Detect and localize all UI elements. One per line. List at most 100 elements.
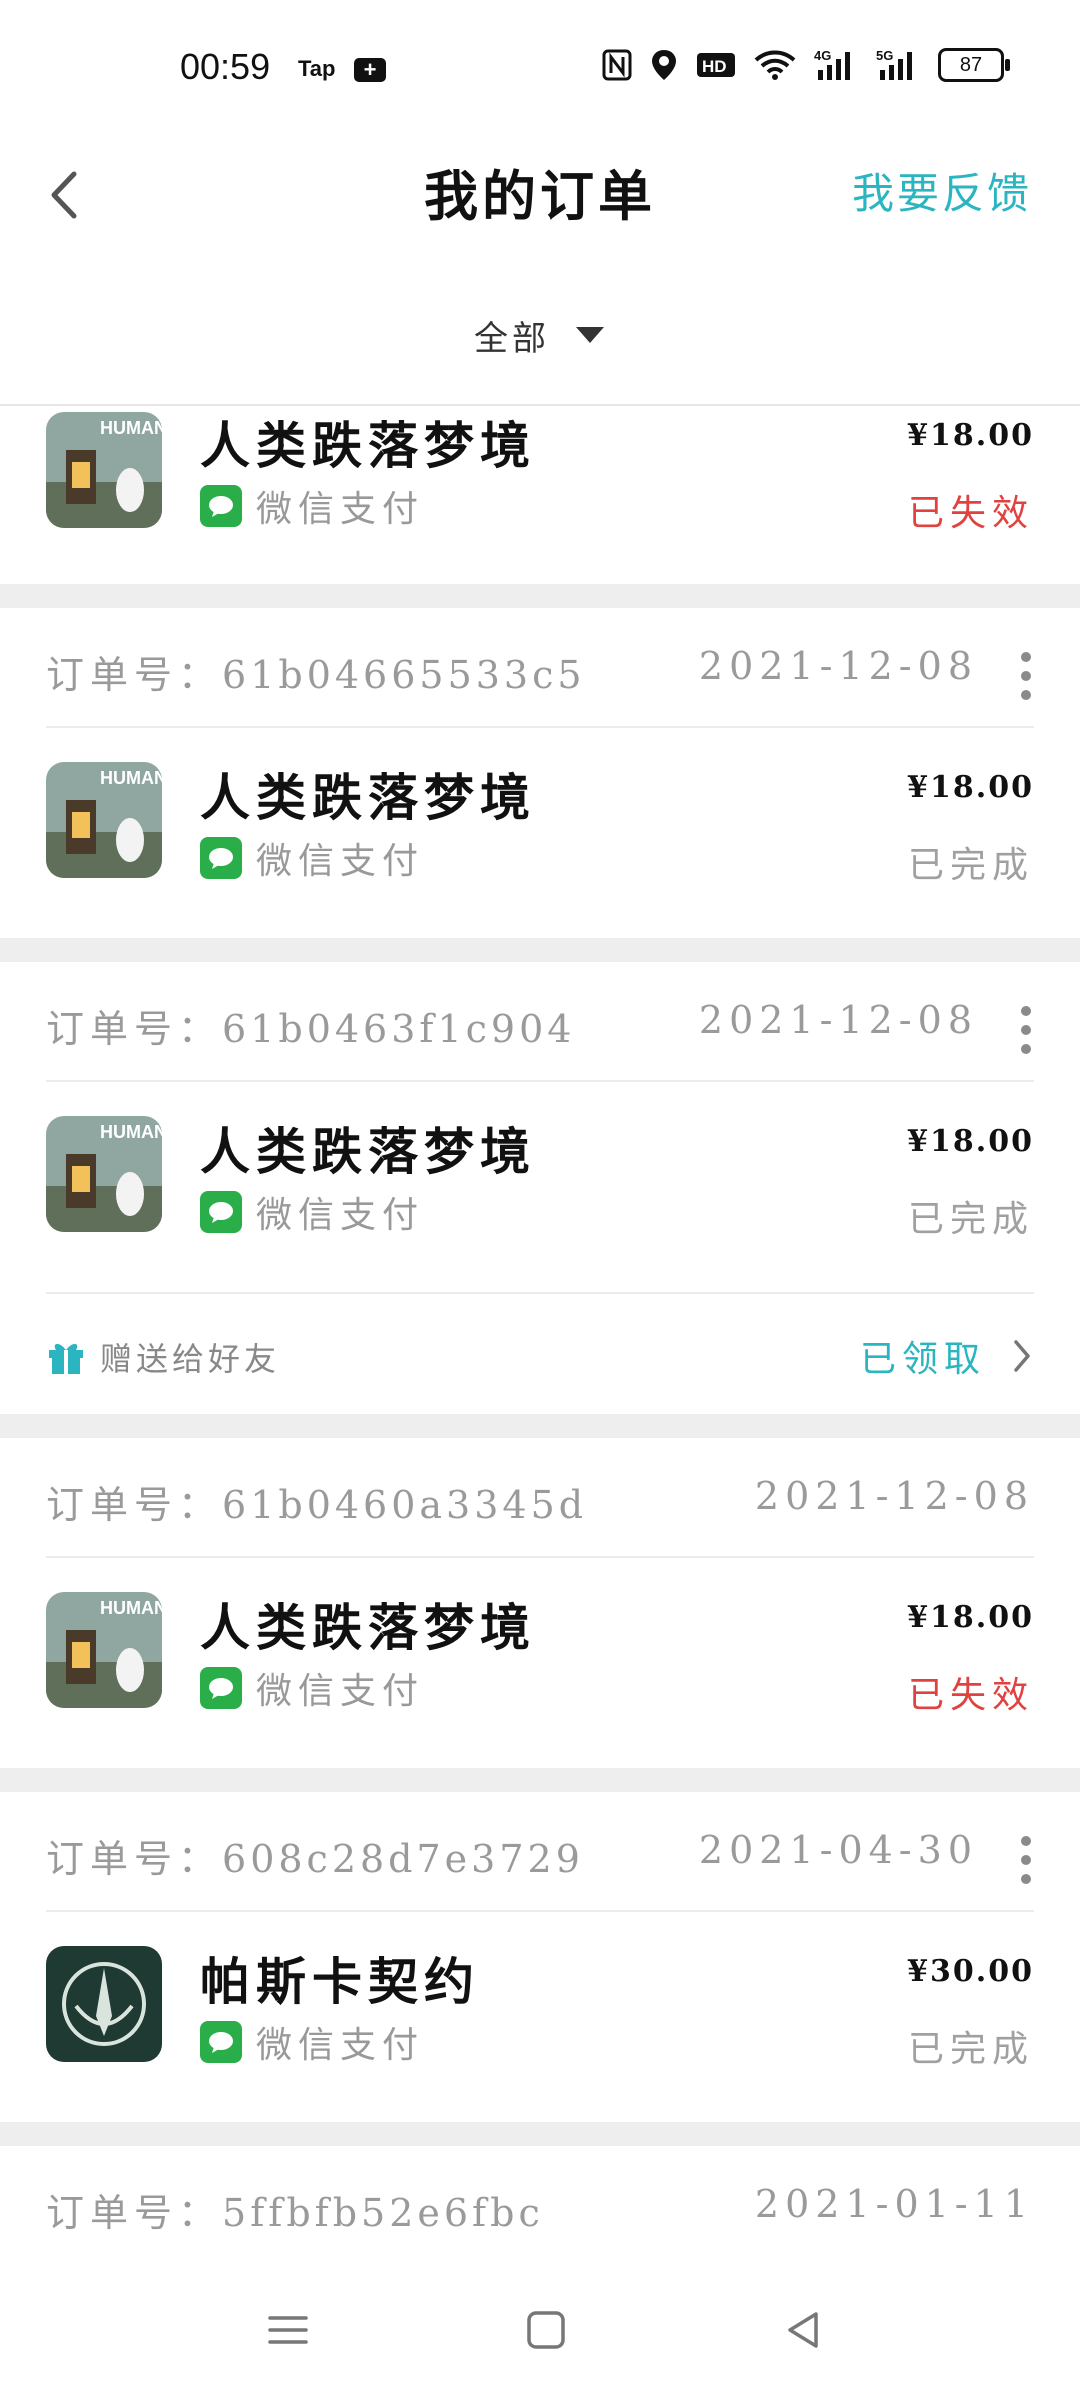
order-item[interactable]: 帕斯卡契约 微信支付 ¥30.00 已完成: [46, 1912, 1034, 2122]
order-date: 2021-12-08: [698, 998, 978, 1042]
order-price: ¥18.00: [907, 1124, 1034, 1159]
chevron-right-icon: [1014, 1340, 1030, 1372]
order-status: 已失效: [907, 493, 1034, 534]
order-id: 5ffbfb52e6fbc: [222, 2191, 544, 2235]
order-item[interactable]: HUMAN 人类跌落梦境 微信支付 ¥18.00 已失效: [46, 1558, 1034, 1768]
system-navigation-bar: [0, 2260, 1080, 2400]
status-bar: 00:59 Tap + HD 4G 5G 87: [0, 0, 1080, 130]
order-card[interactable]: 订单号：61b0463f1c904 2021-12-08 HUMAN 人类跌落梦…: [0, 962, 1080, 1414]
order-number: 订单号：608c28d7e3729: [46, 1828, 584, 1883]
section-gap: [0, 1414, 1080, 1438]
order-item[interactable]: HUMAN 人类跌落梦境 微信支付 ¥18.00 已失效: [46, 406, 1034, 584]
payment-method: 微信支付: [200, 1186, 424, 1238]
gift-claimed-status[interactable]: 已领取: [860, 1330, 986, 1382]
section-gap: [0, 1768, 1080, 1792]
svg-text:HUMAN: HUMAN: [100, 768, 162, 788]
order-number-label: 订单号：: [46, 653, 223, 697]
status-icons: HD 4G 5G 87: [602, 48, 1010, 82]
human-fall-flat-thumbnail: HUMAN: [46, 762, 162, 878]
order-header: 订单号：61b0463f1c904 2021-12-08: [46, 962, 1034, 1082]
hd-icon: HD: [696, 51, 736, 79]
payment-method: 微信支付: [200, 832, 424, 884]
order-card[interactable]: 订单号：61b04665533c5 2021-12-08 HUMAN 人类跌落梦…: [0, 608, 1080, 938]
more-options-icon[interactable]: [1018, 1832, 1034, 1884]
back-nav-button[interactable]: [774, 2300, 834, 2360]
human-fall-flat-thumbnail: HUMAN: [46, 1116, 162, 1232]
product-name: 人类跌落梦境: [200, 416, 536, 475]
order-id: 608c28d7e3729: [222, 1837, 584, 1881]
order-id: 61b0463f1c904: [222, 1007, 576, 1051]
nfc-icon: [602, 49, 632, 81]
order-status: 已完成: [907, 1199, 1034, 1240]
order-number-label: 订单号：: [46, 1007, 223, 1051]
order-number: 订单号：61b04665533c5: [46, 644, 586, 699]
order-card[interactable]: 订单号：608c28d7e3729 2021-04-30 帕斯卡契约 微信支付 …: [0, 1792, 1080, 2122]
order-item[interactable]: HUMAN 人类跌落梦境 微信支付 ¥18.00 已完成: [46, 1082, 1034, 1292]
product-name: 人类跌落梦境: [200, 1122, 536, 1181]
order-date: 2021-12-08: [754, 1474, 1034, 1518]
payment-label: 微信支付: [256, 2025, 425, 2066]
order-price: ¥18.00: [907, 418, 1034, 453]
home-square-icon: [527, 2311, 565, 2349]
filter-selected-label: 全部: [474, 318, 550, 359]
product-name: 人类跌落梦境: [200, 1598, 536, 1657]
payment-method: 微信支付: [200, 480, 424, 532]
order-id: 61b0460a3345d: [222, 1483, 588, 1527]
order-status: 已完成: [907, 845, 1034, 886]
order-header: 订单号：608c28d7e3729 2021-04-30: [46, 1792, 1034, 1912]
battery-icon: 87: [938, 48, 1010, 82]
payment-label: 微信支付: [256, 489, 425, 530]
wechat-pay-icon: [200, 2021, 242, 2063]
order-card[interactable]: 订单号：5ffbfb52e6fbc 2021-01-11: [0, 2146, 1080, 2266]
wechat-pay-icon: [200, 837, 242, 879]
order-date: 2021-04-30: [698, 1828, 978, 1872]
order-number-label: 订单号：: [46, 2191, 223, 2235]
order-price: ¥30.00: [907, 1954, 1034, 1989]
menu-icon: [268, 2316, 308, 2344]
payment-label: 微信支付: [256, 841, 425, 882]
feedback-button[interactable]: 我要反馈: [852, 160, 1032, 221]
product-name: 帕斯卡契约: [200, 1952, 480, 2011]
order-card[interactable]: 订单号：61b0460a3345d 2021-12-08 HUMAN 人类跌落梦…: [0, 1438, 1080, 1768]
payment-method: 微信支付: [200, 1662, 424, 1714]
order-number-label: 订单号：: [46, 1837, 223, 1881]
wifi-icon: [754, 49, 796, 81]
svg-text:HUMAN: HUMAN: [100, 418, 162, 438]
caret-down-icon: [576, 327, 604, 343]
order-filter-dropdown[interactable]: 全部: [0, 300, 1080, 370]
gift-to-friend-row[interactable]: 赠送给好友 已领取: [46, 1292, 1034, 1414]
menu-nav-button[interactable]: [258, 2300, 318, 2360]
section-gap: [0, 938, 1080, 962]
more-options-icon[interactable]: [1018, 648, 1034, 700]
more-options-icon[interactable]: [1018, 1002, 1034, 1054]
back-triangle-icon: [788, 2312, 818, 2348]
tap-app-icon: Tap: [298, 56, 336, 81]
order-price: ¥18.00: [907, 770, 1034, 805]
section-gap: [0, 584, 1080, 608]
home-nav-button[interactable]: [516, 2300, 576, 2360]
svg-text:4G: 4G: [814, 48, 831, 63]
order-price: ¥18.00: [907, 1600, 1034, 1635]
section-gap: [0, 2122, 1080, 2146]
svg-text:HD: HD: [702, 57, 727, 76]
signal-4g-icon: 4G: [814, 48, 858, 82]
payment-label: 微信支付: [256, 1195, 425, 1236]
location-icon: [650, 48, 678, 82]
wechat-pay-icon: [200, 1191, 242, 1233]
order-date: 2021-12-08: [698, 644, 978, 688]
order-header: 订单号：61b0460a3345d 2021-12-08: [46, 1438, 1034, 1558]
status-time: 00:59: [180, 46, 271, 87]
order-status: 已完成: [907, 2029, 1034, 2070]
gift-label: 赠送给好友: [100, 1340, 281, 1378]
order-card[interactable]: HUMAN 人类跌落梦境 微信支付 ¥18.00 已失效: [0, 406, 1080, 584]
order-header: 订单号：61b04665533c5 2021-12-08: [46, 608, 1034, 728]
order-date: 2021-01-11: [754, 2182, 1034, 2226]
wechat-pay-icon: [200, 485, 242, 527]
app-header: 我的订单 我要反馈: [0, 130, 1080, 260]
plus-notification-icon: +: [354, 58, 386, 82]
svg-text:HUMAN: HUMAN: [100, 1122, 162, 1142]
svg-text:HUMAN: HUMAN: [100, 1598, 162, 1618]
order-header: 订单号：5ffbfb52e6fbc 2021-01-11: [46, 2146, 1034, 2266]
human-fall-flat-thumbnail: HUMAN: [46, 1592, 162, 1708]
order-item[interactable]: HUMAN 人类跌落梦境 微信支付 ¥18.00 已完成: [46, 728, 1034, 938]
